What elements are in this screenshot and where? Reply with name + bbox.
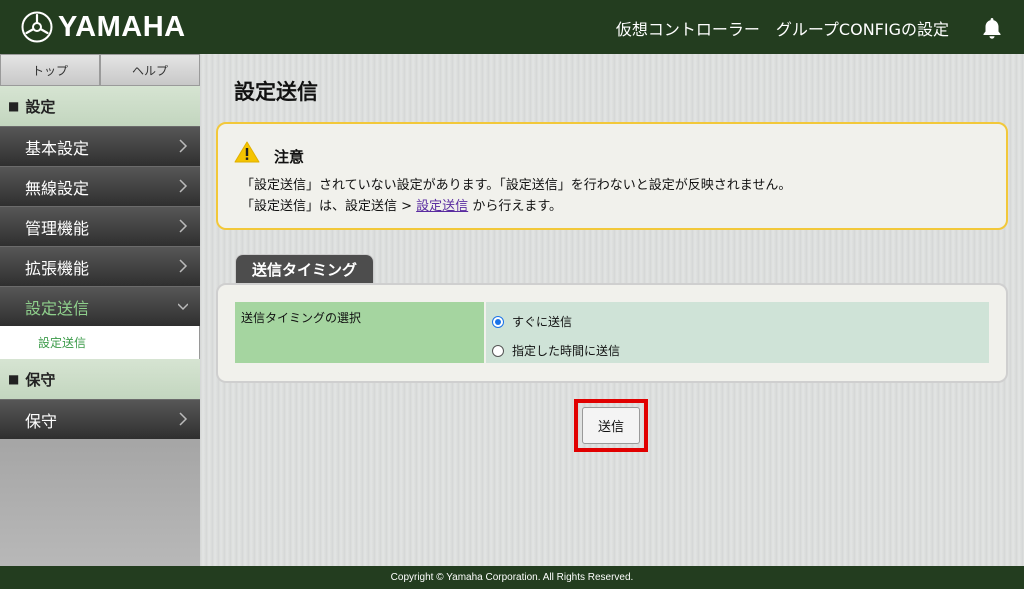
radio-option-scheduled[interactable]: 指定した時間に送信 — [486, 336, 989, 365]
main-content: 設定送信 注意 「設定送信」されていない設定があります。「設定送信」を行わないと… — [200, 54, 1024, 566]
chevron-right-icon — [179, 412, 188, 426]
yamaha-logo[interactable]: YAMAHA — [21, 10, 186, 44]
warning-icon — [234, 141, 260, 163]
timing-section-tab: 送信タイミング — [235, 254, 375, 284]
sidebar-item-send-settings[interactable]: 設定送信 — [0, 286, 200, 326]
timing-options: すぐに送信 指定した時間に送信 — [486, 302, 989, 363]
bell-icon[interactable] — [980, 16, 1004, 40]
header: YAMAHA 仮想コントローラー グループCONFIGの設定 — [0, 0, 1024, 54]
send-button[interactable]: 送信 — [582, 407, 640, 444]
sidebar-item-label: 基本設定 — [25, 138, 90, 158]
notice-title: 注意 — [274, 148, 305, 166]
page-title: 設定送信 — [234, 80, 318, 104]
section-header-label: 設定 — [25, 97, 56, 116]
notice-message: 「設定送信」されていない設定があります。「設定送信」を行わないと設定が反映されま… — [241, 178, 792, 193]
sidebar-subitem-send-settings[interactable]: 設定送信 — [0, 326, 199, 359]
sidebar-item-label: 保守 — [25, 411, 58, 431]
section-header-settings: ■ 設定 — [0, 86, 200, 126]
timing-panel: 送信タイミングの選択 すぐに送信 指定した時間に送信 — [216, 283, 1008, 383]
sidebar-item-label: 拡張機能 — [25, 258, 90, 278]
sidebar-item-management[interactable]: 管理機能 — [0, 206, 200, 246]
notice-instruction-suffix: から行えます。 — [468, 199, 563, 214]
chevron-right-icon — [179, 179, 188, 193]
chevron-right-icon — [179, 219, 188, 233]
brand-name: YAMAHA — [58, 10, 186, 43]
header-title: 仮想コントローラー グループCONFIGの設定 — [615, 20, 949, 39]
warning-notice: 注意 「設定送信」されていない設定があります。「設定送信」を行わないと設定が反映… — [216, 122, 1008, 230]
square-bullet-icon: ■ — [8, 99, 20, 113]
sidebar-item-label: 設定送信 — [25, 298, 90, 318]
sidebar: トップ ヘルプ ■ 設定 基本設定 無線設定 管理機能 拡張機能 設定送信 設定… — [0, 54, 200, 566]
chevron-down-icon — [178, 303, 188, 311]
sidebar-top-tabs: トップ ヘルプ — [0, 54, 200, 86]
sidebar-item-maintenance[interactable]: 保守 — [0, 399, 200, 439]
top-link[interactable]: トップ — [0, 54, 100, 86]
section-header-maintenance: ■ 保守 — [0, 359, 200, 399]
sidebar-item-extensions[interactable]: 拡張機能 — [0, 246, 200, 286]
notice-instruction-prefix: 「設定送信」は、設定送信 > — [241, 199, 417, 214]
notice-instruction: 「設定送信」は、設定送信 > 設定送信 から行えます。 — [241, 195, 562, 214]
sidebar-item-wireless-settings[interactable]: 無線設定 — [0, 166, 200, 206]
sidebar-item-basic-settings[interactable]: 基本設定 — [0, 126, 200, 166]
help-link[interactable]: ヘルプ — [100, 54, 200, 86]
sidebar-item-label: 無線設定 — [25, 178, 90, 198]
radio-button[interactable] — [492, 344, 504, 357]
radio-button-checked[interactable] — [492, 315, 504, 328]
sidebar-item-label: 管理機能 — [25, 218, 90, 238]
section-header-label: 保守 — [25, 370, 56, 389]
square-bullet-icon: ■ — [8, 372, 20, 386]
timing-table: 送信タイミングの選択 すぐに送信 指定した時間に送信 — [235, 302, 989, 363]
timing-label: 送信タイミングの選択 — [235, 302, 484, 363]
chevron-right-icon — [179, 259, 188, 273]
send-settings-link[interactable]: 設定送信 — [416, 199, 468, 214]
tuning-forks-logo-icon — [21, 11, 53, 43]
footer-copyright: Copyright © Yamaha Corporation. All Righ… — [0, 566, 1024, 589]
chevron-right-icon — [179, 139, 188, 153]
radio-option-send-now[interactable]: すぐに送信 — [486, 307, 989, 336]
radio-label: 指定した時間に送信 — [512, 344, 621, 358]
radio-label: すぐに送信 — [512, 315, 573, 329]
